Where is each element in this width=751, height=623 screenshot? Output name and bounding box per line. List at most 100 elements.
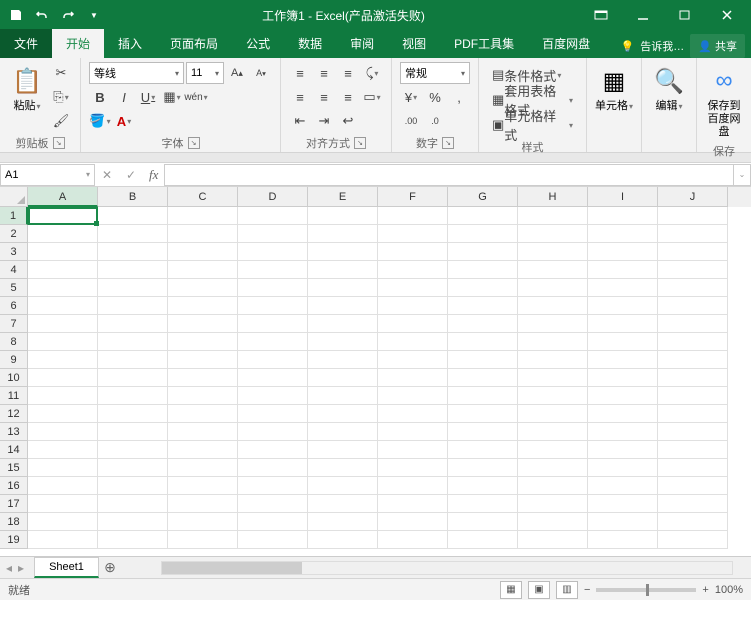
cell-C17[interactable] — [168, 495, 238, 513]
cell-A1[interactable] — [28, 207, 98, 225]
cell-H5[interactable] — [518, 279, 588, 297]
bold-button[interactable]: B — [89, 86, 111, 108]
row-header-6[interactable]: 6 — [0, 297, 28, 315]
orientation-icon[interactable]: ⤹▾ — [361, 62, 383, 84]
column-header-I[interactable]: I — [588, 187, 658, 207]
cell-G3[interactable] — [448, 243, 518, 261]
cell-I15[interactable] — [588, 459, 658, 477]
decrease-decimal-icon[interactable]: .0 — [424, 110, 446, 132]
cell-G7[interactable] — [448, 315, 518, 333]
cell-I8[interactable] — [588, 333, 658, 351]
cell-A3[interactable] — [28, 243, 98, 261]
row-header-10[interactable]: 10 — [0, 369, 28, 387]
cell-C13[interactable] — [168, 423, 238, 441]
cell-G4[interactable] — [448, 261, 518, 279]
cell-J19[interactable] — [658, 531, 728, 549]
cell-F6[interactable] — [378, 297, 448, 315]
cell-F18[interactable] — [378, 513, 448, 531]
row-header-9[interactable]: 9 — [0, 351, 28, 369]
cell-B7[interactable] — [98, 315, 168, 333]
cell-D9[interactable] — [238, 351, 308, 369]
cell-A10[interactable] — [28, 369, 98, 387]
cell-B17[interactable] — [98, 495, 168, 513]
decrease-indent-icon[interactable]: ⇤ — [289, 110, 311, 132]
cell-I19[interactable] — [588, 531, 658, 549]
cell-J3[interactable] — [658, 243, 728, 261]
cell-D7[interactable] — [238, 315, 308, 333]
cell-F3[interactable] — [378, 243, 448, 261]
accept-formula-icon[interactable]: ✓ — [119, 164, 143, 186]
currency-icon[interactable]: ¥▾ — [400, 86, 422, 108]
cell-I18[interactable] — [588, 513, 658, 531]
row-header-19[interactable]: 19 — [0, 531, 28, 549]
cell-F1[interactable] — [378, 207, 448, 225]
cell-J7[interactable] — [658, 315, 728, 333]
cell-I2[interactable] — [588, 225, 658, 243]
cell-E9[interactable] — [308, 351, 378, 369]
cell-J5[interactable] — [658, 279, 728, 297]
align-top-icon[interactable]: ≡ — [289, 62, 311, 84]
row-header-5[interactable]: 5 — [0, 279, 28, 297]
cell-D11[interactable] — [238, 387, 308, 405]
cell-C19[interactable] — [168, 531, 238, 549]
cell-B16[interactable] — [98, 477, 168, 495]
cell-E12[interactable] — [308, 405, 378, 423]
sheet-tab[interactable]: Sheet1 — [34, 557, 99, 578]
cell-A16[interactable] — [28, 477, 98, 495]
align-left-icon[interactable]: ≡ — [289, 86, 311, 108]
cell-F13[interactable] — [378, 423, 448, 441]
clipboard-launcher[interactable]: ↘ — [53, 137, 65, 149]
cell-F16[interactable] — [378, 477, 448, 495]
format-painter-icon[interactable]: 🖌 — [50, 110, 72, 132]
cancel-formula-icon[interactable]: ✕ — [95, 164, 119, 186]
cell-C15[interactable] — [168, 459, 238, 477]
add-sheet-icon[interactable]: ⊕ — [99, 557, 121, 579]
column-header-H[interactable]: H — [518, 187, 588, 207]
cell-C5[interactable] — [168, 279, 238, 297]
column-header-A[interactable]: A — [28, 187, 98, 207]
cell-H12[interactable] — [518, 405, 588, 423]
font-size-combo[interactable]: 11▾ — [186, 62, 224, 84]
cell-I14[interactable] — [588, 441, 658, 459]
cell-H1[interactable] — [518, 207, 588, 225]
cell-H3[interactable] — [518, 243, 588, 261]
cell-styles-button[interactable]: ▣ 单元格样式▾ — [487, 114, 578, 136]
close-icon[interactable] — [707, 1, 747, 29]
column-header-B[interactable]: B — [98, 187, 168, 207]
cell-A13[interactable] — [28, 423, 98, 441]
cell-G1[interactable] — [448, 207, 518, 225]
share-button[interactable]: 👤 共享 — [690, 34, 745, 58]
formula-expand-icon[interactable]: ⌄ — [733, 164, 751, 186]
cell-D19[interactable] — [238, 531, 308, 549]
cell-E19[interactable] — [308, 531, 378, 549]
cell-A12[interactable] — [28, 405, 98, 423]
cell-B15[interactable] — [98, 459, 168, 477]
row-header-2[interactable]: 2 — [0, 225, 28, 243]
row-header-16[interactable]: 16 — [0, 477, 28, 495]
alignment-launcher[interactable]: ↘ — [354, 137, 366, 149]
cell-C8[interactable] — [168, 333, 238, 351]
row-header-11[interactable]: 11 — [0, 387, 28, 405]
cell-D5[interactable] — [238, 279, 308, 297]
cell-F2[interactable] — [378, 225, 448, 243]
cell-J2[interactable] — [658, 225, 728, 243]
tab-baidu[interactable]: 百度网盘 — [528, 29, 604, 58]
cell-C7[interactable] — [168, 315, 238, 333]
row-header-12[interactable]: 12 — [0, 405, 28, 423]
normal-view-icon[interactable]: ▦ — [500, 581, 522, 599]
align-bottom-icon[interactable]: ≡ — [337, 62, 359, 84]
cell-I16[interactable] — [588, 477, 658, 495]
row-header-3[interactable]: 3 — [0, 243, 28, 261]
cell-C4[interactable] — [168, 261, 238, 279]
increase-decimal-icon[interactable]: .00 — [400, 110, 422, 132]
cell-G8[interactable] — [448, 333, 518, 351]
cell-E2[interactable] — [308, 225, 378, 243]
cell-I13[interactable] — [588, 423, 658, 441]
cell-E13[interactable] — [308, 423, 378, 441]
cell-D6[interactable] — [238, 297, 308, 315]
cell-E10[interactable] — [308, 369, 378, 387]
cell-A11[interactable] — [28, 387, 98, 405]
cell-I9[interactable] — [588, 351, 658, 369]
sheet-nav-first-icon[interactable]: ◂ — [6, 561, 12, 575]
cell-E17[interactable] — [308, 495, 378, 513]
